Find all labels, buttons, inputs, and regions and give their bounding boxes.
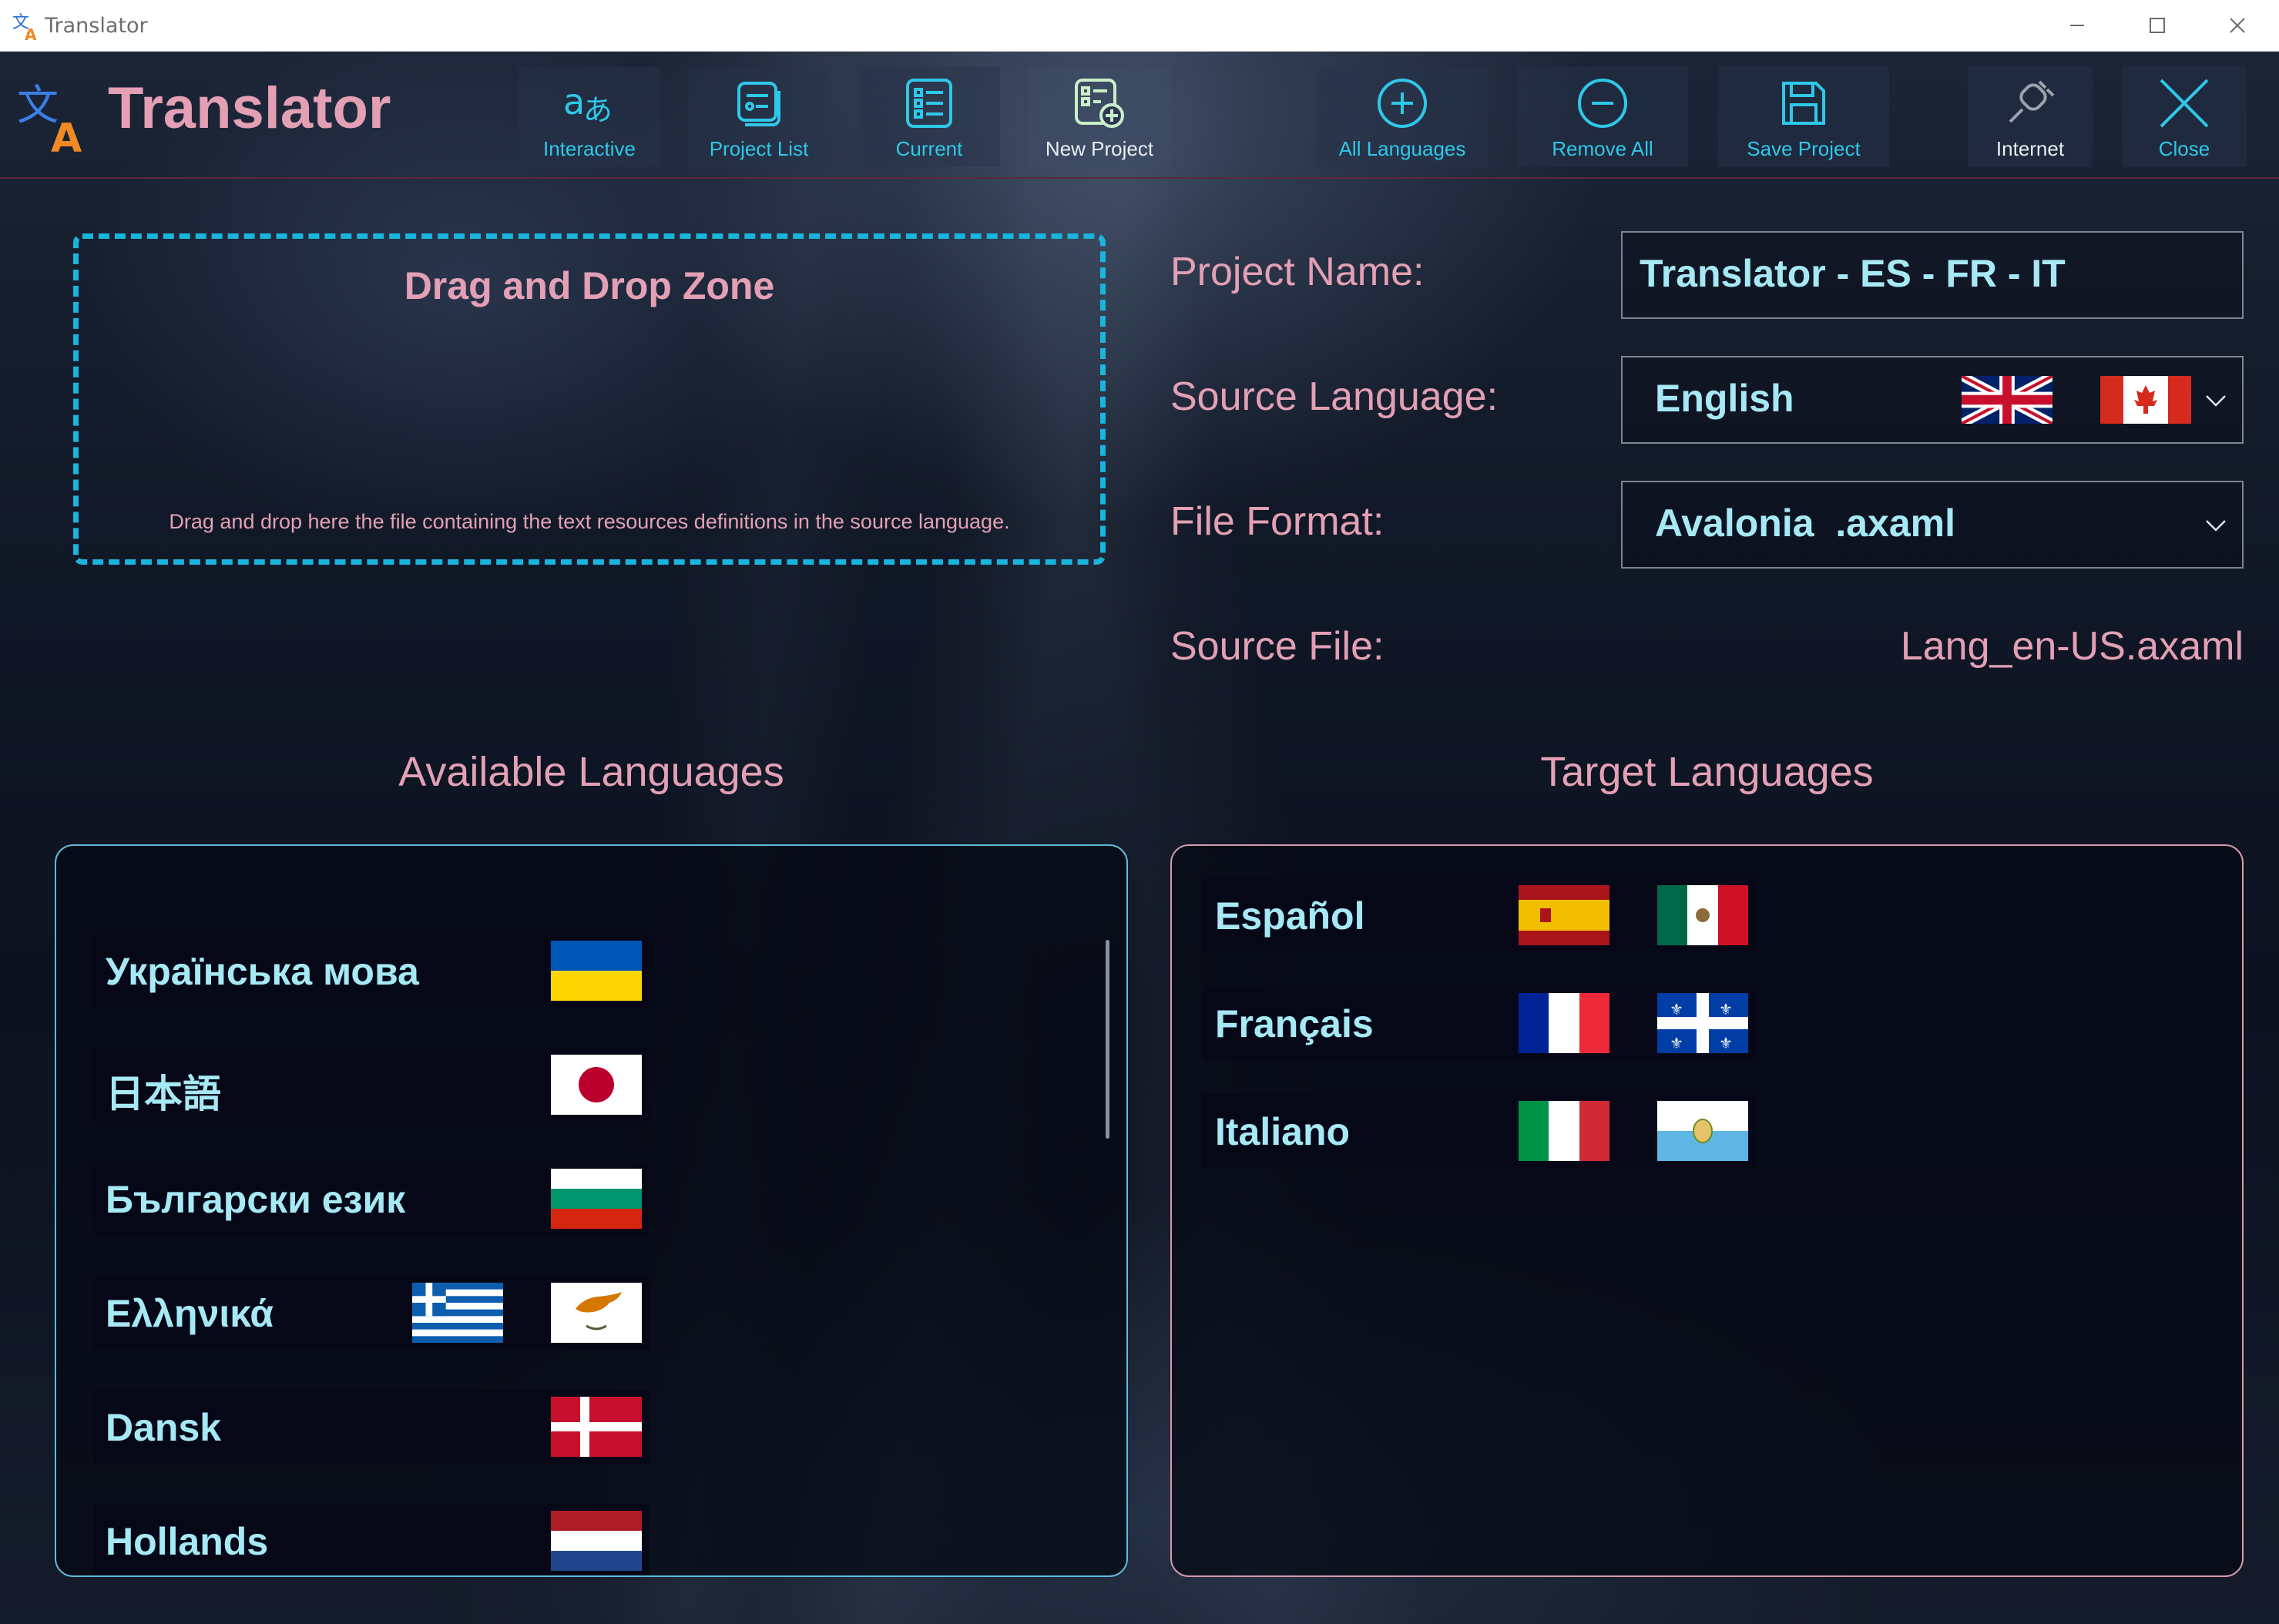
close-icon xyxy=(2230,18,2245,33)
translator-logo-icon: 文 A xyxy=(17,81,82,153)
list-item-ukrainian[interactable]: Українська мова xyxy=(93,934,649,1008)
translate-app-icon: 文 A xyxy=(12,13,37,42)
language-name: Dansk xyxy=(106,1406,222,1449)
greece-flag xyxy=(412,1283,503,1343)
bulgaria-flag xyxy=(551,1169,642,1229)
window-titlebar: 文 A Translator xyxy=(0,0,2279,52)
cyprus-flag xyxy=(551,1283,642,1343)
svg-text:A: A xyxy=(51,116,82,153)
svg-text:A: A xyxy=(25,25,37,42)
language-name: Italiano xyxy=(1215,1110,1351,1153)
available-languages-title: Available Languages xyxy=(398,749,784,795)
interactive-button[interactable]: a あ Interactive xyxy=(519,67,660,167)
san-marino-flag xyxy=(1657,1101,1748,1161)
list-item-japanese[interactable]: 日本語 xyxy=(93,1048,649,1122)
france-flag xyxy=(1519,993,1609,1053)
new-project-icon xyxy=(1075,79,1124,128)
chevron-down-icon xyxy=(2206,520,2226,532)
window-close-button[interactable] xyxy=(2207,8,2268,43)
svg-text:⚜: ⚜ xyxy=(1719,1000,1733,1018)
project-name-value: Translator - ES - FR - IT xyxy=(1640,252,2066,295)
list-item-bulgarian[interactable]: Български език xyxy=(93,1162,649,1236)
language-name: Українська мова xyxy=(106,950,419,993)
current-button[interactable]: Current xyxy=(858,67,1000,167)
app-title: Translator xyxy=(108,75,391,141)
source-language-label: Source Language: xyxy=(1170,374,1499,419)
language-name: Ελληνικά xyxy=(106,1292,274,1335)
chevron-down-icon xyxy=(2206,395,2226,407)
language-name: Français xyxy=(1215,1002,1374,1045)
language-name: Hollands xyxy=(106,1520,269,1563)
source-language-select[interactable]: English xyxy=(1621,356,2244,444)
svg-text:⚜: ⚜ xyxy=(1719,1034,1733,1052)
remove-circle-icon xyxy=(1578,79,1627,128)
available-list-scrollbar[interactable] xyxy=(1106,940,1109,1139)
new-project-button[interactable]: New Project xyxy=(1029,67,1170,167)
ukraine-flag xyxy=(551,941,642,1001)
language-name: 日本語 xyxy=(106,1072,221,1116)
plug-icon xyxy=(2009,80,2055,123)
quebec-flag: ⚜ ⚜ ⚜ ⚜ xyxy=(1657,993,1748,1053)
project-name-field[interactable]: Translator - ES - FR - IT xyxy=(1621,231,2244,319)
svg-text:あ: あ xyxy=(583,93,613,127)
save-icon xyxy=(1782,82,1825,125)
language-name: Български език xyxy=(106,1178,406,1221)
window-title: Translator xyxy=(45,14,148,38)
language-name: Español xyxy=(1215,894,1365,938)
list-item-danish[interactable]: Dansk xyxy=(93,1390,649,1464)
spain-flag xyxy=(1519,885,1609,945)
maximize-button[interactable] xyxy=(2126,8,2188,43)
remove-all-button[interactable]: Remove All xyxy=(1517,67,1688,167)
add-circle-icon xyxy=(1378,79,1427,128)
netherlands-flag xyxy=(551,1511,642,1571)
list-item-dutch[interactable]: Hollands xyxy=(93,1504,649,1575)
app-window: 文 A Translator a あ Interactive Project L… xyxy=(0,52,2279,1624)
translate-icon: a あ xyxy=(563,81,613,127)
svg-text:a: a xyxy=(563,81,585,122)
uk-flag xyxy=(1962,376,2052,424)
app-header: 文 A Translator a あ Interactive Project L… xyxy=(0,52,2279,179)
file-format-label: File Format: xyxy=(1170,499,1385,544)
available-languages-list[interactable]: Українська мова 日本語 Български език Ελλην… xyxy=(55,844,1128,1577)
project-list-icon xyxy=(737,82,780,126)
close-button[interactable]: Close xyxy=(2122,67,2247,167)
mexico-flag xyxy=(1657,885,1748,945)
source-language-value: English xyxy=(1655,377,1794,420)
svg-text:⚜: ⚜ xyxy=(1670,1000,1683,1018)
list-item-greek[interactable]: Ελληνικά xyxy=(93,1276,649,1350)
file-format-value: Avalonia .axaml xyxy=(1655,502,1955,545)
source-file-label: Source File: xyxy=(1170,624,1385,669)
drag-drop-description: Drag and drop here the file containing t… xyxy=(169,510,1010,533)
japan-flag xyxy=(551,1055,642,1115)
save-project-button[interactable]: Save Project xyxy=(1718,67,1889,167)
file-format-select[interactable]: Avalonia .axaml xyxy=(1621,481,2244,569)
internet-button[interactable]: Internet xyxy=(1968,67,2093,167)
drag-drop-zone[interactable]: Drag and Drop Zone Drag and drop here th… xyxy=(73,233,1106,565)
source-file-value: Lang_en-US.axaml xyxy=(1900,624,2244,669)
minimize-icon xyxy=(2070,25,2084,26)
close-x-icon xyxy=(2160,79,2209,128)
project-name-label: Project Name: xyxy=(1170,250,1425,294)
minimize-button[interactable] xyxy=(2046,8,2108,43)
checklist-icon xyxy=(906,79,952,128)
maximize-icon xyxy=(2150,18,2165,33)
svg-text:⚜: ⚜ xyxy=(1670,1034,1683,1052)
all-languages-button[interactable]: All Languages xyxy=(1317,67,1488,167)
list-item-italian[interactable]: Italiano xyxy=(1203,1094,1757,1168)
target-languages-list[interactable]: Español Français ⚜ ⚜ ⚜ ⚜ Italiano xyxy=(1170,844,2244,1577)
project-list-button[interactable]: Project List xyxy=(688,67,830,167)
denmark-flag xyxy=(551,1397,642,1457)
list-item-spanish[interactable]: Español xyxy=(1203,878,1757,952)
drag-drop-title: Drag and Drop Zone xyxy=(404,264,775,307)
canada-flag xyxy=(2100,376,2191,424)
italy-flag xyxy=(1519,1101,1609,1161)
target-languages-title: Target Languages xyxy=(1540,749,1874,795)
list-item-french[interactable]: Français ⚜ ⚜ ⚜ ⚜ xyxy=(1203,986,1757,1060)
